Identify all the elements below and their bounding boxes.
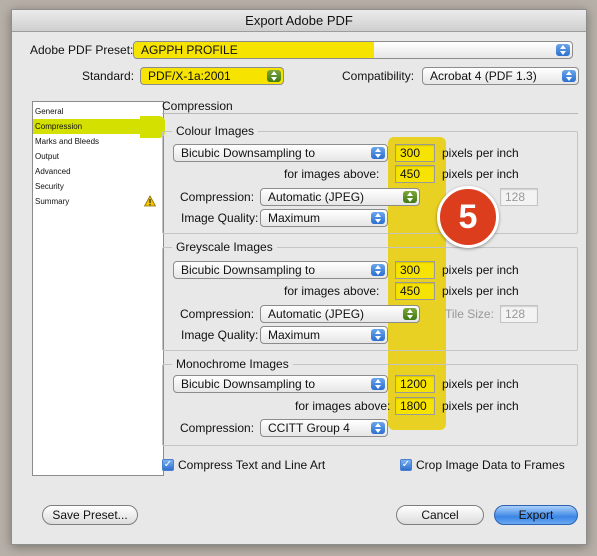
colour-compression-label: Compression: [180, 190, 255, 204]
crop-image-label: Crop Image Data to Frames [416, 458, 565, 472]
mono-ppi-field[interactable]: 1200 [395, 375, 435, 393]
preset-value: AGPPH PROFILE [141, 43, 238, 57]
mono-above-label: for images above: [295, 399, 391, 413]
mono-above-field[interactable]: 1800 [395, 397, 435, 415]
colour-downsampling-select[interactable]: Bicubic Downsampling to [173, 144, 388, 162]
export-pdf-dialog: Export Adobe PDF Adobe PDF Preset: AGPPH… [11, 9, 587, 545]
greyscale-tile-size-field[interactable]: 128 [500, 305, 538, 323]
greyscale-tile-size-label: Tile Size: [445, 307, 494, 321]
greyscale-above-unit: pixels per inch [442, 284, 519, 298]
chevron-updown-icon [371, 422, 385, 434]
chevron-updown-icon [556, 44, 570, 56]
sidebar-item-label: Security [35, 182, 64, 191]
mono-compression-value: CCITT Group 4 [268, 421, 350, 435]
preset-select[interactable]: AGPPH PROFILE [133, 41, 573, 59]
greyscale-compression-label: Compression: [180, 307, 255, 321]
greyscale-images-title: Greyscale Images [172, 240, 277, 254]
cancel-button[interactable]: Cancel [396, 505, 484, 525]
export-button[interactable]: Export [494, 505, 578, 525]
sidebar-item-label: Marks and Bleeds [35, 137, 100, 146]
chevron-updown-icon [562, 70, 576, 82]
sidebar-item-label: Output [35, 152, 60, 161]
sidebar-item-output[interactable]: Output [33, 149, 163, 164]
chevron-updown-icon [371, 329, 385, 341]
mono-above-unit: pixels per inch [442, 399, 519, 413]
mono-ppi-unit: pixels per inch [442, 377, 519, 391]
monochrome-images-title: Monochrome Images [172, 357, 293, 371]
colour-quality-select[interactable]: Maximum [260, 209, 388, 227]
sidebar-item-security[interactable]: Security [33, 179, 163, 194]
standard-label: Standard: [82, 69, 135, 83]
compress-text-label: Compress Text and Line Art [178, 458, 326, 472]
colour-quality-label: Image Quality: [181, 211, 259, 225]
chevron-updown-icon [371, 212, 385, 224]
greyscale-downsampling-select[interactable]: Bicubic Downsampling to [173, 261, 388, 279]
chevron-updown-icon [403, 191, 417, 203]
mono-downsampling-select[interactable]: Bicubic Downsampling to [173, 375, 388, 393]
warning-icon [144, 195, 156, 207]
panel-title-divider [162, 113, 578, 114]
greyscale-downsampling-value: Bicubic Downsampling to [181, 263, 316, 277]
compatibility-select[interactable]: Acrobat 4 (PDF 1.3) [422, 67, 579, 85]
compress-text-checkbox[interactable]: ✓ [162, 459, 174, 471]
standard-select[interactable]: PDF/X-1a:2001 [140, 67, 284, 85]
sidebar-item-label: General [35, 107, 64, 116]
chevron-updown-icon [403, 308, 417, 320]
greyscale-quality-label: Image Quality: [181, 328, 259, 342]
chevron-updown-icon [371, 264, 385, 276]
compatibility-value: Acrobat 4 (PDF 1.3) [430, 69, 537, 83]
mono-compression-select[interactable]: CCITT Group 4 [260, 419, 388, 437]
panel-title: Compression [162, 99, 233, 113]
colour-above-label: for images above: [284, 167, 380, 181]
sidebar-item-advanced[interactable]: Advanced [33, 164, 163, 179]
mono-downsampling-value: Bicubic Downsampling to [181, 377, 316, 391]
greyscale-quality-select[interactable]: Maximum [260, 326, 388, 344]
colour-quality-value: Maximum [268, 211, 321, 225]
colour-ppi-unit: pixels per inch [442, 146, 519, 160]
chevron-updown-icon [267, 70, 281, 82]
greyscale-quality-value: Maximum [268, 328, 321, 342]
crop-image-checkbox[interactable]: ✓ [400, 459, 412, 471]
colour-downsampling-value: Bicubic Downsampling to [181, 146, 316, 160]
preset-label: Adobe PDF Preset: [30, 43, 134, 57]
save-preset-button[interactable]: Save Preset... [42, 505, 138, 525]
colour-tile-size-field[interactable]: 128 [500, 188, 538, 206]
chevron-updown-icon [371, 378, 385, 390]
colour-above-field[interactable]: 450 [395, 165, 435, 183]
colour-above-unit: pixels per inch [442, 167, 519, 181]
greyscale-compression-select[interactable]: Automatic (JPEG) [260, 305, 420, 323]
greyscale-compression-value: Automatic (JPEG) [268, 307, 365, 321]
colour-compression-select[interactable]: Automatic (JPEG) [260, 188, 420, 206]
greyscale-ppi-field[interactable]: 300 [395, 261, 435, 279]
greyscale-above-field[interactable]: 450 [395, 282, 435, 300]
section-sidebar: General Compression Marks and Bleeds Out… [32, 101, 164, 476]
sidebar-item-label: Summary [35, 197, 70, 206]
colour-ppi-field[interactable]: 300 [395, 144, 435, 162]
greyscale-ppi-unit: pixels per inch [442, 263, 519, 277]
colour-images-title: Colour Images [172, 124, 259, 138]
colour-compression-value: Automatic (JPEG) [268, 190, 365, 204]
standard-value: PDF/X-1a:2001 [148, 69, 231, 83]
compatibility-label: Compatibility: [342, 69, 415, 83]
mono-compression-label: Compression: [180, 421, 255, 435]
step-number-badge: 5 [437, 186, 499, 248]
greyscale-above-label: for images above: [284, 284, 380, 298]
sidebar-item-label: Advanced [35, 167, 71, 176]
window-title: Export Adobe PDF [12, 10, 586, 32]
sidebar-item-label: Compression [35, 122, 83, 131]
sidebar-item-summary[interactable]: Summary [33, 194, 163, 209]
chevron-updown-icon [371, 147, 385, 159]
